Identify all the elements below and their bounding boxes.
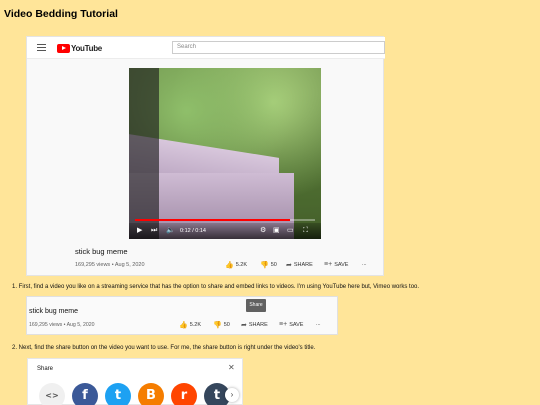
- video-meta: 169,295 views • Aug 5, 2020: [29, 322, 95, 328]
- progress-bar[interactable]: [135, 219, 315, 221]
- fullscreen-icon[interactable]: ⛶: [303, 223, 308, 239]
- dislike-button[interactable]: 👎 50: [260, 261, 277, 269]
- save-label: SAVE: [289, 321, 304, 328]
- step-2-text: 2. Next, find the share button on the vi…: [12, 345, 316, 351]
- like-button[interactable]: 👍 5.2K: [179, 321, 201, 329]
- save-playlist-icon: ≡+: [279, 321, 288, 328]
- video-meta: 169,295 views • Aug 5, 2020: [75, 262, 145, 268]
- video-player[interactable]: ▶ ⏭ 🔈 0:12 / 0:14 ⚙ ▣ ▭ ⛶: [129, 68, 321, 239]
- share-dialog-screenshot: Share ✕ <> f t Br t ›: [27, 358, 243, 405]
- video-frame-shadow: [129, 68, 159, 239]
- page-title: Video Bedding Tutorial: [4, 8, 118, 20]
- player-controls: ▶ ⏭ 🔈 0:12 / 0:14 ⚙ ▣ ▭ ⛶: [129, 223, 321, 239]
- share-icon: ➦: [286, 262, 292, 269]
- twitter-icon[interactable]: t: [105, 383, 131, 405]
- share-dialog-title: Share: [37, 366, 54, 372]
- share-tooltip: Share: [246, 299, 266, 312]
- more-button[interactable]: ...: [362, 261, 367, 267]
- youtube-logo[interactable]: YouTube: [57, 43, 102, 53]
- save-button[interactable]: ≡+ SAVE: [324, 261, 348, 268]
- save-playlist-icon: ≡+: [324, 261, 333, 268]
- embed-icon[interactable]: <>: [39, 383, 65, 405]
- youtube-screenshot: YouTube Search ▶ ⏭ 🔈 0:12 / 0:14 ⚙ ▣ ▭ ⛶…: [26, 36, 385, 276]
- share-label: SHARE: [248, 322, 268, 328]
- share-icon: ➦: [241, 322, 247, 329]
- video-title: stick bug meme: [75, 247, 128, 256]
- share-label: SHARE: [293, 262, 313, 268]
- more-icon: ...: [316, 321, 321, 327]
- more-button[interactable]: ...: [316, 321, 321, 327]
- volume-icon[interactable]: 🔈: [166, 223, 175, 239]
- theater-icon[interactable]: ▭: [287, 223, 294, 239]
- dislike-button[interactable]: 👎 50: [213, 321, 230, 329]
- close-icon[interactable]: ✕: [228, 364, 235, 372]
- save-label: SAVE: [334, 261, 349, 268]
- thumbs-up-icon: 👍: [179, 322, 188, 329]
- like-count: 5.2K: [189, 322, 202, 328]
- settings-icon[interactable]: ⚙: [260, 223, 266, 239]
- title-row-screenshot: stick bug meme 169,295 views • Aug 5, 20…: [26, 296, 338, 335]
- progress-fill: [135, 219, 290, 221]
- thumbs-up-icon: 👍: [225, 262, 234, 269]
- facebook-icon[interactable]: f: [72, 383, 98, 405]
- dislike-count: 50: [270, 262, 277, 268]
- youtube-header: YouTube Search: [27, 37, 385, 59]
- like-button[interactable]: 👍 5.2K: [225, 261, 247, 269]
- play-icon[interactable]: ▶: [137, 223, 142, 239]
- dislike-count: 50: [223, 322, 230, 328]
- youtube-logo-text: YouTube: [71, 43, 102, 53]
- share-button[interactable]: ➦ SHARE: [241, 321, 268, 329]
- more-icon: ...: [362, 261, 367, 267]
- miniplayer-icon[interactable]: ▣: [273, 223, 280, 239]
- thumbs-down-icon: 👎: [213, 322, 222, 329]
- thumbs-down-icon: 👎: [260, 262, 269, 269]
- blogger-icon[interactable]: B: [138, 383, 164, 405]
- time-display: 0:12 / 0:14: [180, 228, 206, 234]
- menu-icon[interactable]: [37, 44, 46, 51]
- chevron-right-icon[interactable]: ›: [225, 388, 239, 402]
- save-button[interactable]: ≡+ SAVE: [279, 321, 303, 328]
- share-button[interactable]: ➦ SHARE: [286, 261, 313, 269]
- step-1-text: 1. First, find a video you like on a str…: [12, 284, 420, 290]
- youtube-play-icon: [57, 43, 70, 53]
- search-input[interactable]: Search: [172, 41, 385, 54]
- like-count: 5.2K: [235, 262, 248, 268]
- video-title: stick bug meme: [29, 308, 79, 315]
- next-icon[interactable]: ⏭: [151, 223, 157, 239]
- reddit-icon[interactable]: r: [171, 383, 197, 405]
